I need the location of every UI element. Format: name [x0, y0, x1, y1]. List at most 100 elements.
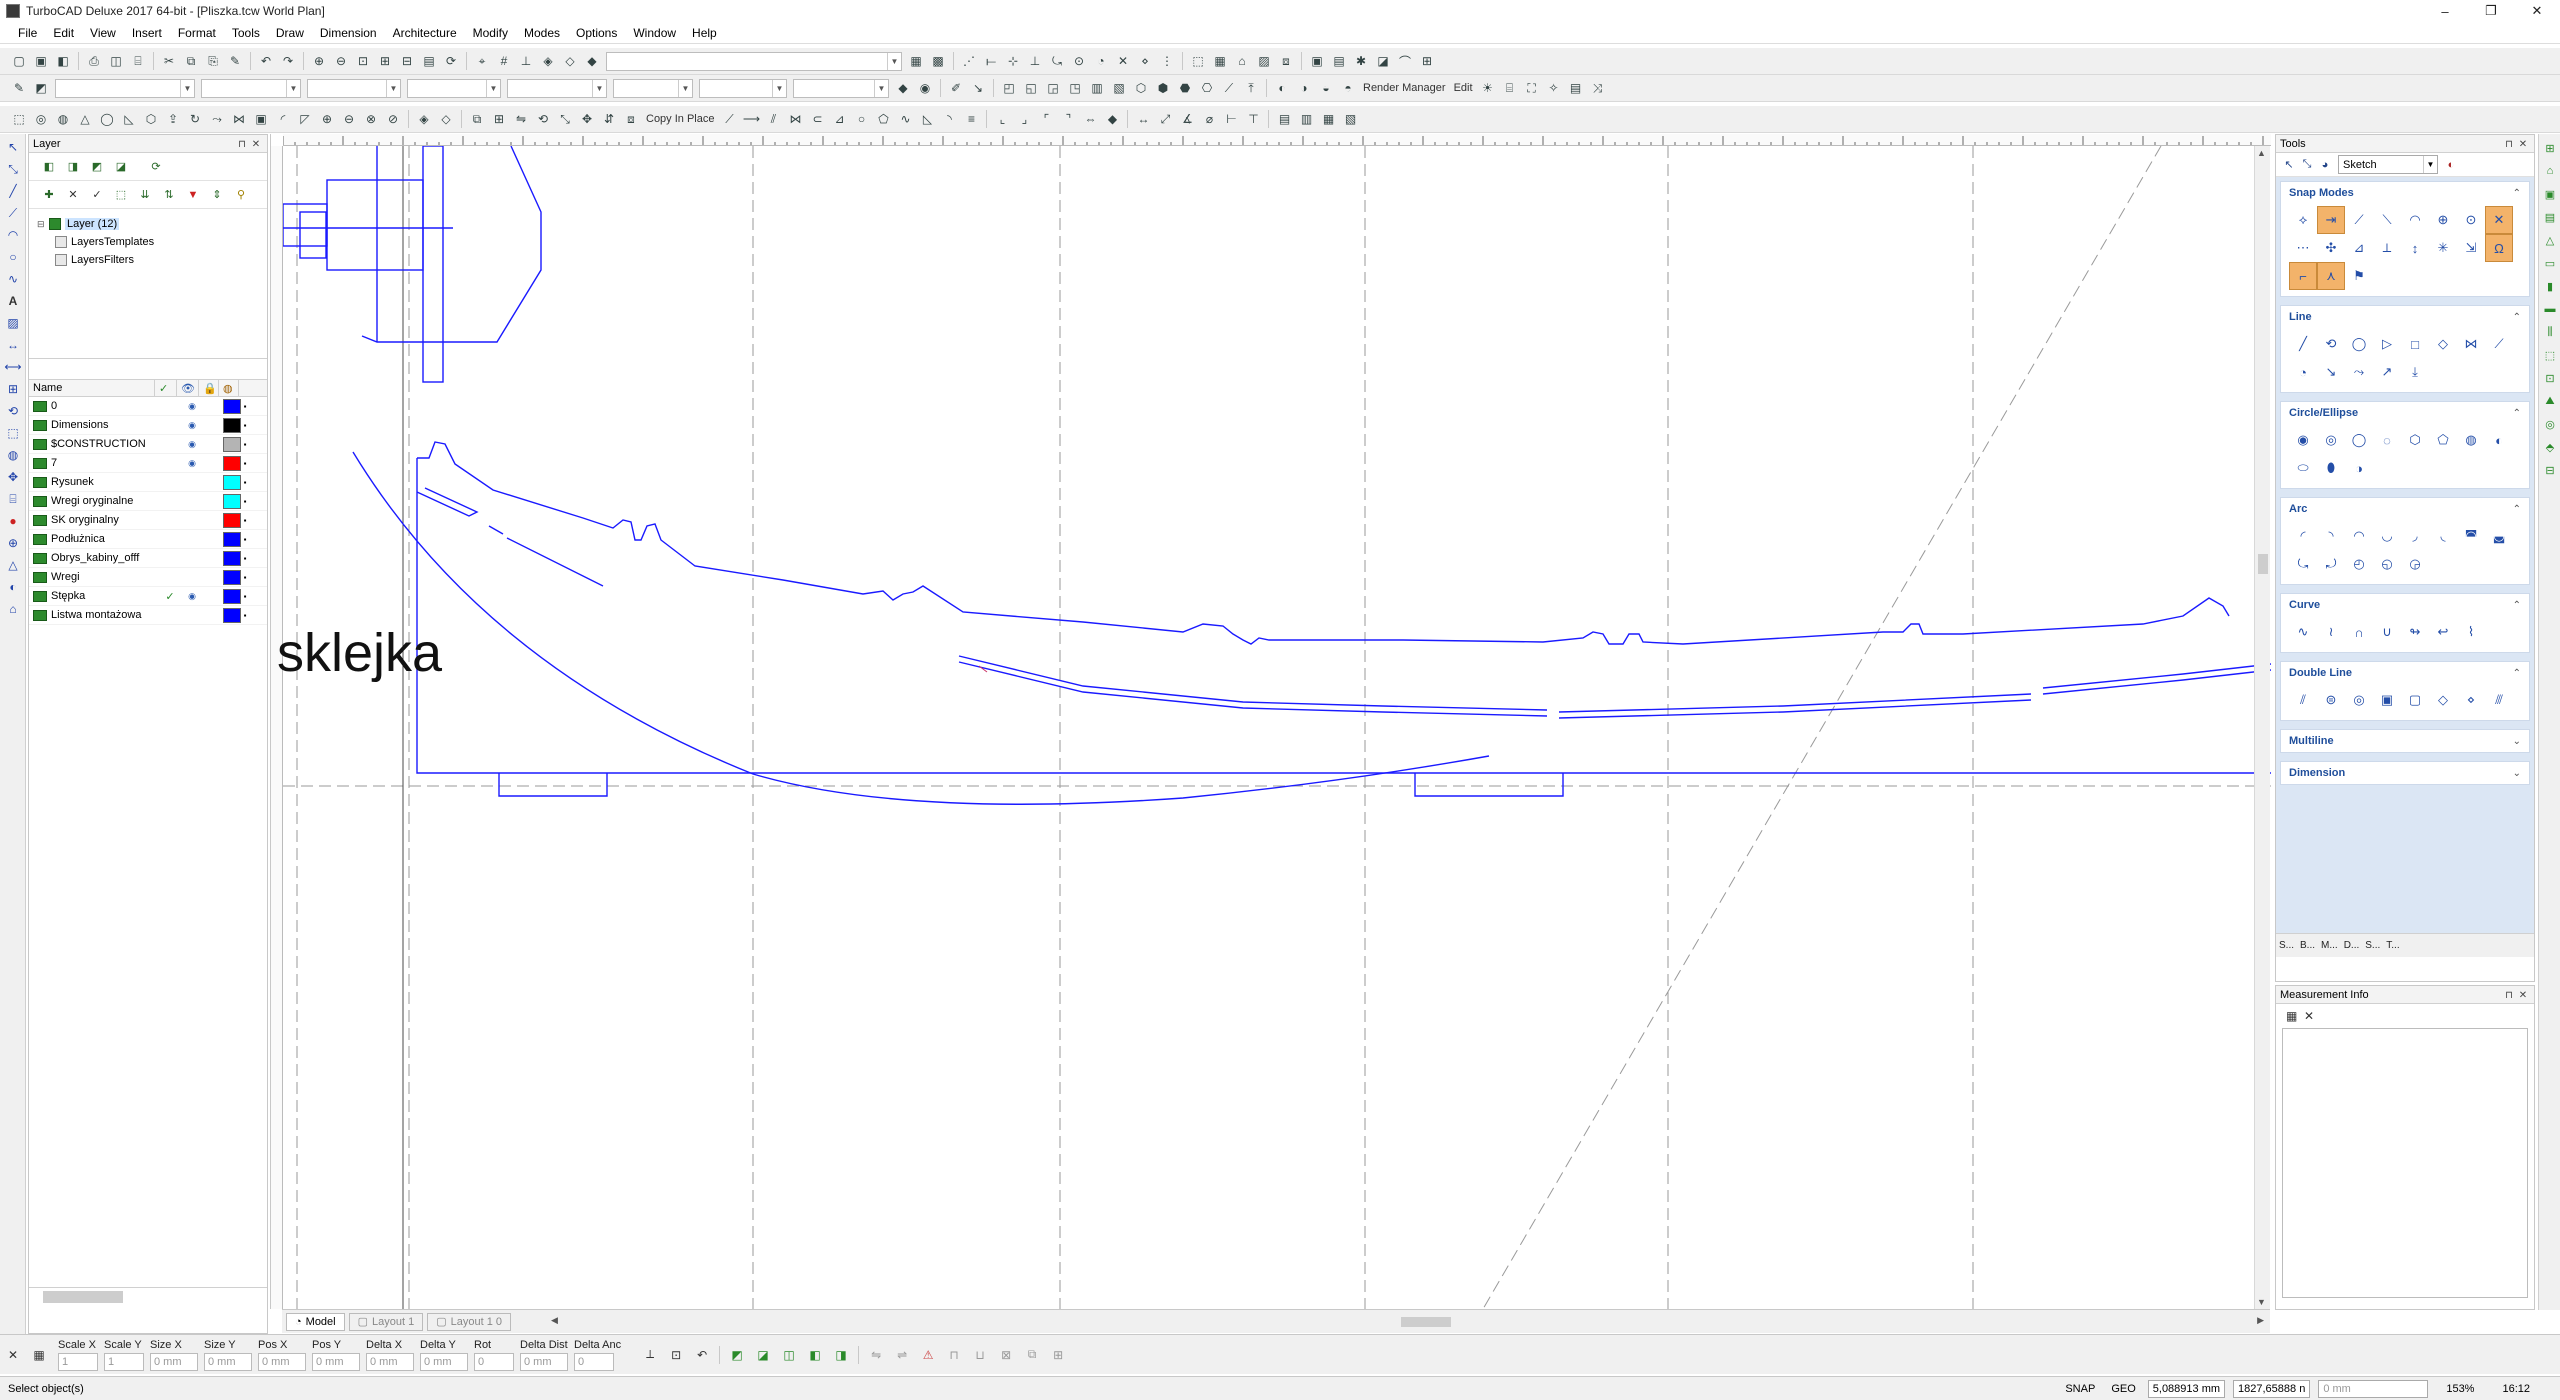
new-layer-icon[interactable]: ✚	[40, 186, 58, 204]
tool-icon[interactable]: ◜	[2289, 522, 2317, 550]
tool-section-header[interactable]: Multiline ⌄	[2281, 730, 2529, 752]
visible-eye-icon[interactable]: ◉	[181, 591, 203, 602]
field-input[interactable]: 1	[58, 1352, 98, 1371]
tool-icon[interactable]: ⋯	[2289, 234, 2317, 262]
unlock-icon[interactable]: ⊔	[971, 1346, 989, 1364]
dimension-tool-icon[interactable]: ↔	[4, 336, 22, 354]
dim-ordinate-icon[interactable]: ⊢	[1222, 110, 1240, 128]
tool-section-header[interactable]: Dimension ⌄	[2281, 762, 2529, 784]
door-tool-icon[interactable]: ⌂	[2542, 162, 2558, 180]
table-icon[interactable]: ▦	[2286, 1009, 2304, 1023]
grid-icon[interactable]: ⊞	[1418, 52, 1436, 70]
brush-icon[interactable]: ⌒	[1396, 52, 1414, 70]
field-input[interactable]: 1	[104, 1352, 144, 1371]
snap-quadrant-icon[interactable]: ◔	[1092, 52, 1110, 70]
tool-icon[interactable]: ◇	[2429, 330, 2457, 358]
measure-tool-icon[interactable]: ⟷	[4, 358, 22, 376]
tool-icon[interactable]: ✣	[2317, 234, 2345, 262]
command-combo[interactable]: ▼	[606, 51, 902, 71]
tool-icon[interactable]: ◵	[2373, 550, 2401, 578]
menu-draw[interactable]: Draw	[268, 26, 312, 40]
tools-bottom-tab[interactable]: T...	[2383, 940, 2402, 951]
tool-icon[interactable]: ◝	[2317, 522, 2345, 550]
undo-icon[interactable]: ↶	[257, 52, 275, 70]
corner3-icon[interactable]: ⌜	[1037, 110, 1055, 128]
camera-tool-icon[interactable]: ⌸	[4, 490, 22, 508]
copy-icon[interactable]: ⧉	[1023, 1346, 1041, 1364]
select-pen-icon[interactable]: ✎	[10, 79, 28, 97]
arrow-icon[interactable]: ↘	[969, 79, 987, 97]
tool-icon[interactable]: ✕	[2485, 206, 2513, 234]
layer-color-swatch[interactable]	[223, 398, 241, 414]
align-icon[interactable]: ⇋	[867, 1346, 885, 1364]
scale-icon[interactable]: ⤡	[556, 110, 574, 128]
paint2-icon[interactable]: ◇	[437, 110, 455, 128]
torus-icon[interactable]: ◯	[98, 110, 116, 128]
layer-row[interactable]: $CONSTRUCTION ◉ ▪	[29, 435, 267, 454]
mirror-icon[interactable]: ⇌	[893, 1346, 911, 1364]
field-input[interactable]: 0 mm	[150, 1352, 198, 1371]
tool-icon[interactable]: ◎	[2345, 686, 2373, 714]
fillet2-icon[interactable]: ◝	[940, 110, 958, 128]
pin-icon[interactable]: ⊓	[2502, 139, 2516, 150]
layer-row[interactable]: Rysunek ▪	[29, 473, 267, 492]
lock-icon[interactable]: ⊓	[945, 1346, 963, 1364]
block-library-icon[interactable]: ▧	[1341, 110, 1359, 128]
hatch-icon[interactable]: ▨	[1255, 52, 1273, 70]
print-icon[interactable]: ⎙	[85, 52, 103, 70]
menu-view[interactable]: View	[82, 26, 124, 40]
palette-icon[interactable]: ◕	[2316, 156, 2334, 174]
view-left-icon[interactable]: ◳	[1066, 79, 1084, 97]
3d-box-icon[interactable]: ⬚	[4, 424, 22, 442]
trim-icon[interactable]: ⟋	[720, 110, 738, 128]
stretch-icon[interactable]: ⇔	[1081, 110, 1099, 128]
tool-icon[interactable]: ╱	[2289, 330, 2317, 358]
view-tool-icon[interactable]: ◐	[4, 578, 22, 596]
select-edges-icon[interactable]: ◨	[832, 1346, 850, 1364]
inspector-grid-icon[interactable]: ▦	[30, 1346, 48, 1364]
snap-nearest-icon[interactable]: ⋄	[1136, 52, 1154, 70]
menu-tools[interactable]: Tools	[224, 26, 268, 40]
warning-icon[interactable]: ⚠	[919, 1346, 937, 1364]
tool-icon[interactable]: ⟋	[2345, 206, 2373, 234]
tool-section-header[interactable]: Double Line ⌃	[2281, 662, 2529, 684]
visible-eye-icon[interactable]: ◉	[181, 458, 203, 469]
sphere-icon[interactable]: ◍	[54, 110, 72, 128]
column-visible-eye-icon[interactable]: 👁	[177, 380, 199, 396]
tool-icon[interactable]: ◶	[2401, 550, 2429, 578]
tool-icon[interactable]: ⟂	[2373, 234, 2401, 262]
tool-icon[interactable]: Ω	[2485, 234, 2513, 262]
save-icon[interactable]: ◧	[54, 52, 72, 70]
layer-row[interactable]: SK oryginalny ▪	[29, 511, 267, 530]
material-combo[interactable]: ▼	[699, 78, 787, 98]
tool-icon[interactable]: ◇	[2429, 686, 2457, 714]
tool-icon[interactable]: ◟	[2429, 522, 2457, 550]
modify-tool-icon[interactable]: ⊞	[4, 380, 22, 398]
dim-linear-icon[interactable]: ↔	[1134, 110, 1152, 128]
tool-icon[interactable]: ⋄	[2457, 686, 2485, 714]
tool-icon[interactable]: ◍	[2457, 426, 2485, 454]
menu-help[interactable]: Help	[684, 26, 725, 40]
scroll-left-icon[interactable]: ◀	[551, 1315, 558, 1326]
tool-icon[interactable]: ⌇	[2457, 618, 2485, 646]
menu-modify[interactable]: Modify	[465, 26, 516, 40]
tool-icon[interactable]: ⫽	[2289, 686, 2317, 714]
tool-icon[interactable]: ⊙	[2457, 206, 2485, 234]
tool-icon[interactable]: ⇲	[2457, 234, 2485, 262]
close-icon[interactable]: ✕	[249, 139, 263, 150]
hatch-tool-icon[interactable]: ▨	[4, 314, 22, 332]
zoom-out-icon[interactable]: ⊖	[332, 52, 350, 70]
view-iso3-icon[interactable]: ⬣	[1176, 79, 1194, 97]
slab-tool-icon[interactable]: ▭	[2542, 254, 2558, 272]
layer-color-swatch[interactable]	[223, 531, 241, 547]
tool-icon[interactable]: ▢	[2401, 686, 2429, 714]
delete-layer-icon[interactable]: ✕	[64, 186, 82, 204]
render3-icon[interactable]: ◒	[1317, 79, 1335, 97]
tool-icon[interactable]: ◐	[2485, 426, 2513, 454]
more-icon[interactable]: ▪	[241, 592, 249, 601]
tool-icon[interactable]: ⋏	[2317, 262, 2345, 290]
layer-row[interactable]: Stępka ✓ ◉ ▪	[29, 587, 267, 606]
paste-icon[interactable]: ⎘	[204, 52, 222, 70]
tool-icon[interactable]: ◡	[2373, 522, 2401, 550]
more-icon[interactable]: ▪	[241, 516, 249, 525]
